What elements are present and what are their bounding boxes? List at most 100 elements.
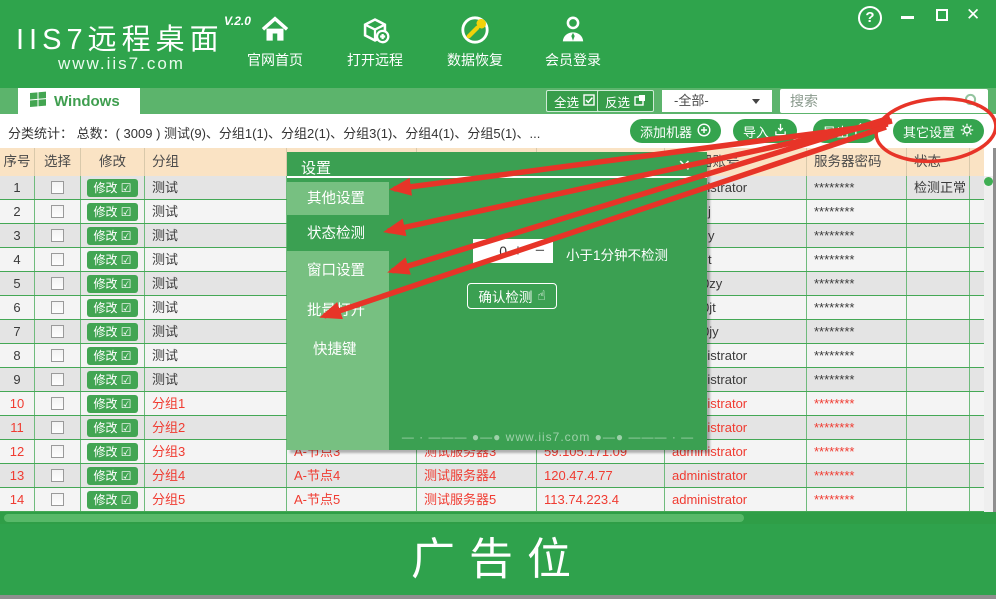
search-icon[interactable] [964, 93, 980, 114]
menu-item-window-settings[interactable]: 窗口设置 [307, 261, 387, 281]
cell-num: 4 [0, 248, 35, 271]
modify-button[interactable]: 修改 ☑ [87, 491, 137, 509]
cell-num: 8 [0, 344, 35, 367]
modify-button[interactable]: 修改 ☑ [87, 347, 137, 365]
dialog-title: 设置 [301, 157, 331, 178]
export-button[interactable]: 导出 [813, 119, 877, 143]
column-header [970, 148, 984, 176]
nav-open-remote[interactable]: 打开远程 [327, 10, 423, 78]
select-cell [35, 344, 81, 367]
select-all-icon [583, 94, 595, 109]
menu-item-batch-open[interactable]: 批量打开 [307, 301, 387, 321]
row-checkbox[interactable] [51, 277, 64, 290]
modify-button[interactable]: 修改 ☑ [87, 203, 137, 221]
confirm-check-button[interactable]: 确认检测 ☝ [467, 283, 557, 309]
modify-button[interactable]: 修改 ☑ [87, 275, 137, 293]
row-checkbox[interactable] [51, 301, 64, 314]
cell-status [907, 440, 970, 463]
cell-status [907, 296, 970, 319]
spinner-minus-button[interactable]: − [529, 240, 551, 262]
export-icon [854, 123, 867, 139]
cell-filler [970, 248, 984, 271]
cell-node: A-节点4 [287, 464, 417, 487]
cell-filler [970, 464, 984, 487]
cell-password: ******** [807, 272, 907, 295]
maximize-button[interactable] [936, 9, 948, 21]
cell-filler [970, 320, 984, 343]
nav-data-recovery[interactable]: 数据恢复 [427, 10, 523, 78]
row-checkbox[interactable] [51, 469, 64, 482]
row-checkbox[interactable] [51, 181, 64, 194]
nav-home[interactable]: 官网首页 [227, 10, 323, 78]
data-recovery-icon [427, 10, 523, 48]
horizontal-scrollbar-thumb[interactable] [4, 514, 744, 522]
help-button[interactable]: ? [858, 6, 882, 30]
nav-member-login[interactable]: 会员登录 [525, 10, 621, 78]
minimize-button[interactable] [901, 16, 914, 19]
modify-button[interactable]: 修改 ☑ [87, 443, 137, 461]
spinner-plus-button[interactable]: + [507, 240, 529, 262]
cell-filler [970, 392, 984, 415]
row-checkbox[interactable] [51, 205, 64, 218]
modify-cell: 修改 ☑ [81, 176, 145, 199]
row-checkbox[interactable] [51, 349, 64, 362]
menu-item-other-settings[interactable]: 其他设置 [307, 189, 387, 209]
row-checkbox[interactable] [51, 229, 64, 242]
chevron-down-icon [752, 99, 760, 104]
group-filter-dropdown[interactable]: -全部- [662, 90, 772, 112]
select-cell [35, 296, 81, 319]
row-checkbox[interactable] [51, 445, 64, 458]
cell-ip: 120.47.4.77 [537, 464, 665, 487]
cell-password: ******** [807, 368, 907, 391]
tab-windows[interactable]: Windows [18, 88, 140, 114]
cell-num: 13 [0, 464, 35, 487]
row-checkbox[interactable] [51, 373, 64, 386]
add-machine-button[interactable]: 添加机器 [630, 119, 721, 143]
cell-filler [970, 272, 984, 295]
row-checkbox[interactable] [51, 421, 64, 434]
window-bottom-edge [0, 595, 996, 599]
select-cell [35, 488, 81, 511]
interval-value[interactable]: 0 [473, 243, 507, 259]
modify-button[interactable]: 修改 ☑ [87, 179, 137, 197]
cell-account: administrator [665, 464, 807, 487]
horizontal-scrollbar-track[interactable] [0, 512, 996, 524]
import-button[interactable]: 导入 [733, 119, 797, 143]
plus-circle-icon [697, 123, 711, 140]
select-cell [35, 272, 81, 295]
other-settings-button[interactable]: 其它设置 [893, 119, 984, 143]
modify-button[interactable]: 修改 ☑ [87, 371, 137, 389]
modify-button[interactable]: 修改 ☑ [87, 227, 137, 245]
select-all-button[interactable]: 全选 [546, 90, 603, 112]
row-checkbox[interactable] [51, 253, 64, 266]
select-cell [35, 464, 81, 487]
modify-button[interactable]: 修改 ☑ [87, 419, 137, 437]
table-row: 14修改 ☑分组5A-节点5测试服务器5113.74.223.4administ… [0, 488, 984, 512]
modify-cell: 修改 ☑ [81, 368, 145, 391]
search-input[interactable] [790, 89, 950, 113]
cell-num: 9 [0, 368, 35, 391]
column-header: 修改 [81, 148, 145, 176]
select-cell [35, 368, 81, 391]
row-checkbox[interactable] [51, 397, 64, 410]
close-button[interactable]: ✕ [966, 5, 980, 25]
modify-button[interactable]: 修改 ☑ [87, 323, 137, 341]
cell-num: 6 [0, 296, 35, 319]
menu-item-hotkeys[interactable]: 快捷键 [313, 340, 393, 360]
dialog-close-icon[interactable]: ✕ [678, 156, 691, 176]
vertical-scrollbar-track[interactable] [984, 176, 993, 512]
modify-button[interactable]: 修改 ☑ [87, 467, 137, 485]
cell-password: ******** [807, 464, 907, 487]
invert-select-button[interactable]: 反选 [597, 90, 654, 112]
vertical-scrollbar-thumb[interactable] [984, 177, 993, 186]
modify-cell: 修改 ☑ [81, 200, 145, 223]
row-checkbox[interactable] [51, 325, 64, 338]
modify-button[interactable]: 修改 ☑ [87, 299, 137, 317]
menu-item-status-check[interactable]: 状态检测 [307, 224, 387, 244]
cell-password: ******** [807, 344, 907, 367]
modify-button[interactable]: 修改 ☑ [87, 251, 137, 269]
category-summary: 分类统计： 总数：( 3009 ) 测试(9)、分组1(1)、分组2(1)、分组… [8, 123, 540, 142]
row-checkbox[interactable] [51, 493, 64, 506]
cell-password: ******** [807, 200, 907, 223]
modify-button[interactable]: 修改 ☑ [87, 395, 137, 413]
